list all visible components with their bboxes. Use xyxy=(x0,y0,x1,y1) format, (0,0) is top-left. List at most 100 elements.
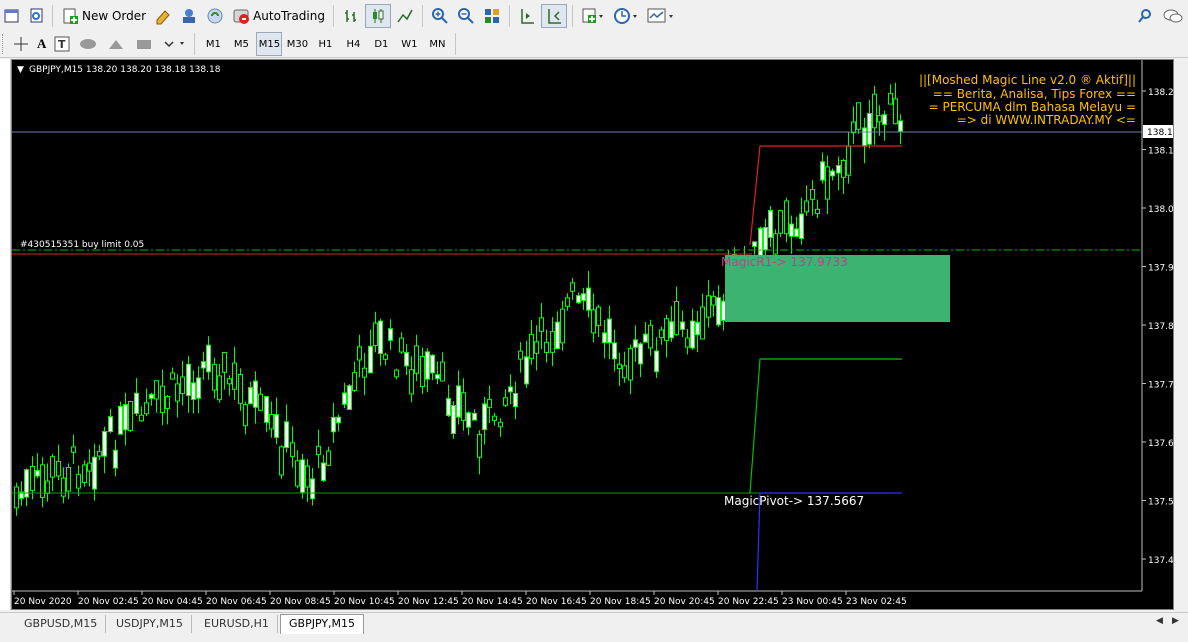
zoom-out-icon[interactable] xyxy=(454,4,478,28)
chart-window[interactable]: ▼ GBPJPY,M15 138.20 138.20 138.18 138.18… xyxy=(11,59,1174,610)
chart-shift-icon[interactable] xyxy=(515,4,539,28)
terminal-icon[interactable] xyxy=(177,4,201,28)
candle-body xyxy=(654,350,659,373)
timeframe-m1[interactable]: M1 xyxy=(200,32,226,56)
candle-body xyxy=(76,473,81,489)
candle-body xyxy=(149,393,154,399)
candle-body xyxy=(425,351,430,380)
chart-tabs-bar: GBPUSD,M15 USDJPY,M15 EURUSD,H1 GBPJPY,M… xyxy=(0,612,1188,642)
indicators-icon[interactable] xyxy=(578,4,608,28)
templates-icon[interactable] xyxy=(644,4,678,28)
time-tick-label: 20 Nov 16:45 xyxy=(526,597,587,607)
new-order-button[interactable]: New Order xyxy=(58,4,149,28)
candle-body xyxy=(633,339,638,348)
text-label-icon[interactable]: T xyxy=(51,32,73,56)
auto-scroll-icon[interactable] xyxy=(540,3,567,28)
tab-gbpjpy[interactable]: GBPJPY,M15 xyxy=(280,614,365,634)
drawing-toolbar: A T M1 M5 M15 M30 H1 H4 D1 W1 MN xyxy=(0,31,1188,58)
candle-body xyxy=(368,345,373,374)
timeframe-h1[interactable]: H1 xyxy=(312,32,338,56)
candle-body xyxy=(856,102,861,130)
candle-body xyxy=(97,450,102,457)
candle-body xyxy=(628,347,633,381)
time-tick-label: 20 Nov 22:45 xyxy=(718,597,779,607)
new-chart-icon[interactable] xyxy=(1,4,23,28)
arrows-tool-icon[interactable] xyxy=(159,32,189,56)
candle-body xyxy=(378,320,383,355)
candle-body xyxy=(799,213,804,239)
candle-body xyxy=(336,416,341,424)
candle-body xyxy=(232,362,237,390)
tab-usdjpy[interactable]: USDJPY,M15 xyxy=(108,615,192,633)
timeframe-mn[interactable]: MN xyxy=(424,32,450,56)
candle-body xyxy=(383,354,388,360)
chat-icon[interactable] xyxy=(1159,4,1187,28)
candle-body xyxy=(508,386,513,393)
text-tool-icon[interactable]: A xyxy=(34,32,49,56)
tab-scroll-left-icon[interactable]: ◀ xyxy=(1156,616,1163,626)
candlestick-chart-icon[interactable] xyxy=(364,3,391,28)
tab-scroll-right-icon[interactable]: ▶ xyxy=(1172,616,1179,626)
autotrading-button[interactable]: AutoTrading xyxy=(229,4,328,28)
candle-body xyxy=(836,165,841,174)
price-tick-label: 138.05 xyxy=(1148,205,1173,215)
profiles-icon[interactable] xyxy=(25,4,47,28)
candle-body xyxy=(810,189,815,200)
candle-body xyxy=(570,282,575,292)
timeframe-w1[interactable]: W1 xyxy=(396,32,422,56)
periods-icon[interactable] xyxy=(610,4,642,28)
line-chart-icon[interactable] xyxy=(393,4,417,28)
timeframe-m15[interactable]: M15 xyxy=(256,32,283,56)
candle-body xyxy=(243,404,248,427)
candle-body xyxy=(482,403,487,431)
candle-body xyxy=(66,467,71,492)
zoom-in-icon[interactable] xyxy=(428,4,452,28)
candle-body xyxy=(602,332,607,344)
time-axis: 20 Nov 2020 20 Nov 02:45 20 Nov 04:45 20 No… xyxy=(13,591,907,607)
search-icon[interactable] xyxy=(1133,4,1157,28)
candle-body xyxy=(461,392,466,421)
tile-windows-icon[interactable] xyxy=(480,4,504,28)
candle-body xyxy=(331,416,336,433)
ellipse-tool-icon[interactable] xyxy=(75,32,101,56)
candle-body xyxy=(352,372,357,391)
candle-body xyxy=(524,356,529,385)
candle-body xyxy=(258,393,263,411)
bar-chart-icon[interactable] xyxy=(339,4,363,28)
candle-body xyxy=(820,161,825,181)
price-tick-label: 137.85 xyxy=(1148,322,1173,332)
price-tick-label: 138.25 xyxy=(1148,88,1173,98)
candle-body xyxy=(102,431,107,457)
candle-body xyxy=(217,375,222,401)
tab-eurusd[interactable]: EURUSD,H1 xyxy=(196,615,278,633)
svg-text:T: T xyxy=(58,38,66,51)
price-tick-label: 138.15 xyxy=(1148,147,1173,157)
timeframe-h4[interactable]: H4 xyxy=(340,32,366,56)
timeframe-d1[interactable]: D1 xyxy=(368,32,394,56)
signals-icon[interactable] xyxy=(203,4,227,28)
candle-body xyxy=(279,446,284,476)
rectangle-tool-icon[interactable] xyxy=(131,32,157,56)
candle-body xyxy=(695,321,700,336)
candle-body xyxy=(248,387,253,405)
metaeditor-icon[interactable] xyxy=(151,4,175,28)
candle-body xyxy=(804,200,809,213)
crosshair-icon[interactable] xyxy=(10,32,32,56)
candle-body xyxy=(123,404,128,431)
timeframe-m30[interactable]: M30 xyxy=(284,32,310,56)
candle-body xyxy=(180,376,185,395)
candle-body xyxy=(565,297,570,307)
right-panel-edge xyxy=(1174,59,1188,610)
candle-body xyxy=(71,446,76,453)
timeframe-m5[interactable]: M5 xyxy=(228,32,254,56)
ad-line-1: ||[Moshed Magic Line v2.0 ® Aktif]|| xyxy=(919,73,1136,87)
candle-body xyxy=(612,342,617,360)
tab-gbpusd[interactable]: GBPUSD,M15 xyxy=(16,615,107,633)
candle-body xyxy=(342,392,347,405)
triangle-tool-icon[interactable] xyxy=(103,32,129,56)
candle-body xyxy=(841,160,846,178)
ad-line-2: == Berita, Analisa, Tips Forex == xyxy=(933,87,1136,101)
price-chart[interactable]: ▼ GBPJPY,M15 138.20 138.20 138.18 138.18… xyxy=(12,60,1173,609)
candle-body xyxy=(638,343,643,365)
candle-body xyxy=(607,318,612,344)
